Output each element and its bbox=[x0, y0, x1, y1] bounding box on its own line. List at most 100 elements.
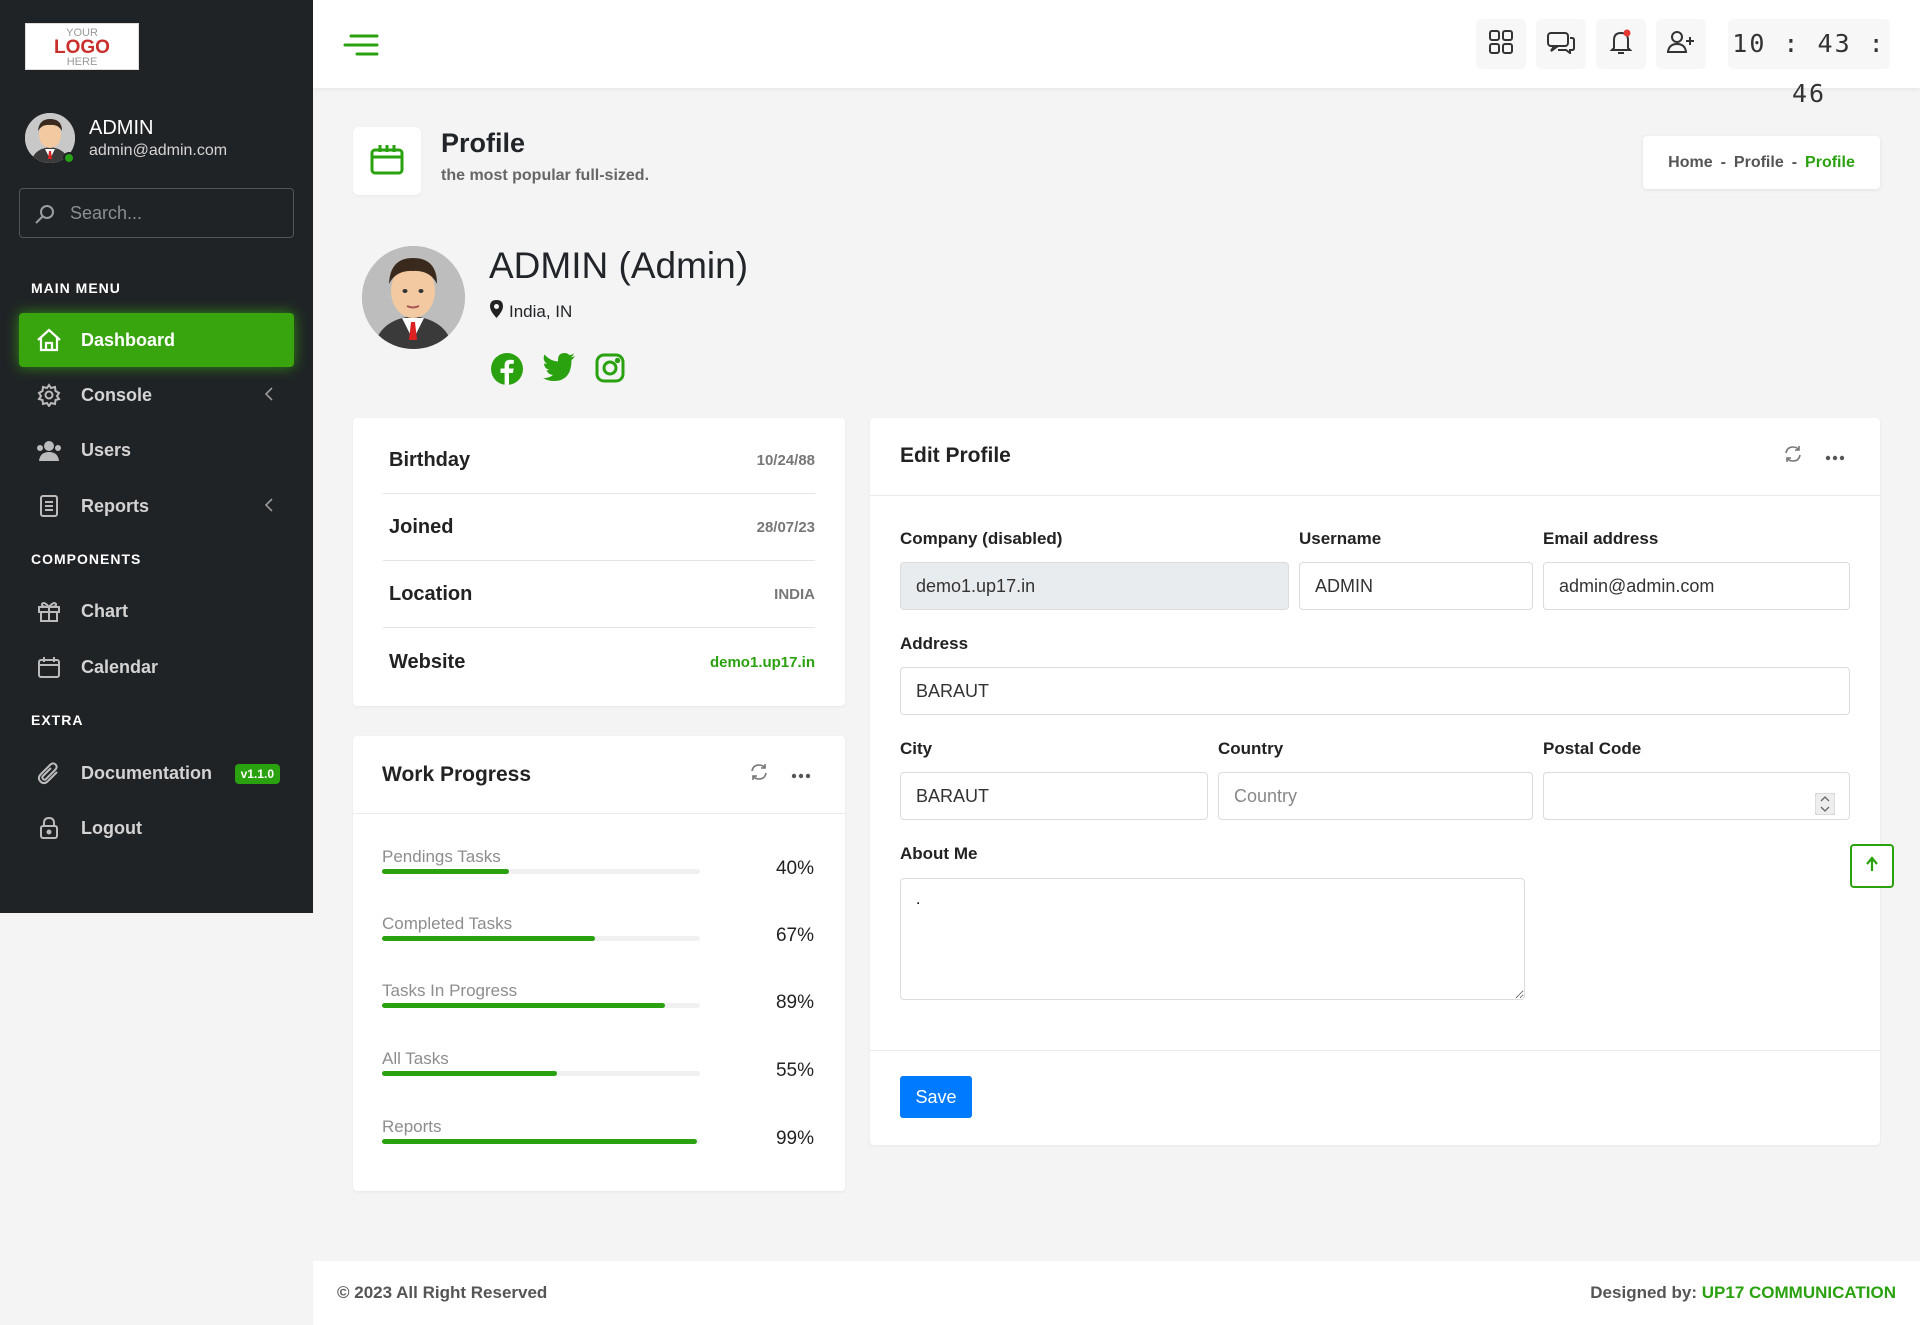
chevron-left-icon bbox=[264, 386, 274, 407]
progress-value: 55% bbox=[775, 1060, 814, 1081]
email-label: Email address bbox=[1543, 529, 1659, 548]
scroll-top-button[interactable] bbox=[1850, 844, 1894, 888]
progress-row: All Tasks 55% bbox=[382, 1049, 814, 1104]
country-label: Country bbox=[1218, 739, 1284, 758]
progress-label: Tasks In Progress bbox=[382, 981, 518, 1000]
sidebar-item-logout[interactable]: Logout bbox=[19, 801, 294, 855]
sidebar-item-console[interactable]: Console bbox=[19, 368, 294, 422]
company-label: Company (disabled) bbox=[900, 529, 1063, 548]
sidebar-search bbox=[19, 188, 294, 238]
notifications-button[interactable] bbox=[1596, 19, 1646, 69]
map-pin-icon bbox=[490, 300, 503, 323]
grid-icon bbox=[1488, 29, 1514, 60]
progress-label: All Tasks bbox=[382, 1049, 449, 1068]
save-button[interactable]: Save bbox=[900, 1076, 972, 1118]
sidebar-item-label: Chart bbox=[81, 600, 129, 621]
section-label-extra: EXTRA bbox=[31, 712, 84, 728]
calendar-icon bbox=[369, 142, 405, 181]
sidebar-item-documentation[interactable]: Documentation v1.1.0 bbox=[19, 746, 294, 800]
sidebar-item-users[interactable]: Users bbox=[19, 423, 294, 477]
sidebar-item-chart[interactable]: Chart bbox=[19, 584, 294, 638]
sidebar-item-label: Dashboard bbox=[81, 329, 176, 350]
progress-row: Tasks In Progress 89% bbox=[382, 981, 814, 1036]
info-label: Birthday bbox=[389, 449, 471, 471]
bell-icon bbox=[1608, 28, 1634, 61]
gear-icon bbox=[33, 383, 65, 407]
facebook-icon[interactable] bbox=[490, 352, 524, 391]
sidebar-item-reports[interactable]: Reports bbox=[19, 479, 294, 533]
progress-track bbox=[382, 936, 700, 941]
home-icon bbox=[33, 328, 65, 352]
sidebar-item-dashboard[interactable]: Dashboard bbox=[19, 313, 294, 367]
username-label: Username bbox=[1299, 529, 1382, 548]
sidebar-item-label: Calendar bbox=[81, 656, 159, 677]
search-input[interactable] bbox=[70, 199, 280, 227]
username-field[interactable] bbox=[1299, 562, 1533, 610]
progress-bar-fill bbox=[382, 1003, 666, 1008]
footer-brand-link[interactable]: UP17 COMMUNICATION bbox=[1702, 1283, 1896, 1302]
breadcrumb-home[interactable]: Home bbox=[1668, 154, 1712, 172]
website-link[interactable]: demo1.up17.in bbox=[710, 654, 815, 671]
messages-button[interactable] bbox=[1536, 19, 1586, 69]
user-email: admin@admin.com bbox=[89, 142, 228, 159]
page-icon bbox=[353, 127, 421, 195]
footer: © 2023 All Right Reserved Designed by: U… bbox=[313, 1261, 1920, 1325]
instagram-icon[interactable] bbox=[594, 352, 626, 391]
twitter-icon[interactable] bbox=[542, 352, 576, 391]
refresh-icon[interactable] bbox=[749, 762, 769, 787]
more-options-icon[interactable] bbox=[1825, 448, 1845, 466]
apps-grid-button[interactable] bbox=[1476, 19, 1526, 69]
refresh-icon[interactable] bbox=[1783, 444, 1803, 469]
card-tools bbox=[1783, 444, 1845, 469]
email-field[interactable] bbox=[1543, 562, 1850, 610]
progress-value: 40% bbox=[775, 858, 814, 879]
sidebar: YOUR LOGO HERE ADMIN admin@admin.com MAI… bbox=[0, 0, 313, 913]
company-field bbox=[900, 562, 1289, 610]
info-row-website: Website demo1.up17.in bbox=[383, 629, 815, 695]
card-divider bbox=[353, 813, 845, 814]
arrow-up-icon bbox=[1865, 855, 1879, 877]
progress-value: 99% bbox=[775, 1128, 814, 1149]
section-label-components: COMPONENTS bbox=[31, 551, 142, 567]
card-tools bbox=[749, 762, 811, 787]
section-label-main-menu: MAIN MENU bbox=[31, 280, 121, 296]
sidebar-item-label: Users bbox=[81, 439, 132, 460]
social-links bbox=[490, 352, 626, 391]
progress-row: Completed Tasks 67% bbox=[382, 914, 814, 969]
address-field[interactable] bbox=[900, 667, 1850, 715]
info-label: Website bbox=[389, 650, 466, 673]
calendar-icon bbox=[33, 655, 65, 679]
info-row-location: Location INDIA bbox=[383, 562, 815, 628]
user-name: ADMIN bbox=[89, 117, 154, 139]
breadcrumb-profile[interactable]: Profile bbox=[1734, 154, 1784, 172]
progress-label: Pendings Tasks bbox=[382, 847, 501, 866]
breadcrumb-current: Profile bbox=[1805, 153, 1855, 171]
page-title: Profile bbox=[441, 128, 526, 158]
about-me-label: About Me bbox=[900, 844, 978, 863]
progress-bar-fill bbox=[382, 869, 510, 874]
sidebar-item-label: Reports bbox=[81, 495, 150, 516]
number-spinner-icon[interactable] bbox=[1814, 786, 1836, 832]
gift-icon bbox=[33, 599, 65, 623]
footer-copyright: © 2023 All Right Reserved bbox=[337, 1283, 548, 1302]
progress-bar-fill bbox=[382, 1071, 557, 1076]
postal-code-label: Postal Code bbox=[1543, 739, 1642, 758]
about-me-textarea[interactable] bbox=[900, 878, 1525, 1000]
city-field[interactable] bbox=[900, 772, 1208, 820]
digital-clock: 10 : 43 : 46 bbox=[1728, 19, 1890, 108]
breadcrumb-separator: - bbox=[1791, 153, 1798, 171]
add-user-button[interactable] bbox=[1656, 19, 1706, 69]
info-value: 28/07/23 bbox=[756, 519, 815, 536]
logo[interactable]: YOUR LOGO HERE bbox=[25, 23, 139, 70]
menu-toggle-icon[interactable] bbox=[343, 33, 379, 62]
postal-code-field[interactable] bbox=[1543, 772, 1850, 820]
city-label: City bbox=[900, 739, 933, 758]
profile-location: India, IN bbox=[490, 300, 572, 323]
country-field[interactable] bbox=[1218, 772, 1533, 820]
progress-row: Reports 99% bbox=[382, 1117, 814, 1172]
more-options-icon[interactable] bbox=[791, 766, 811, 784]
paperclip-icon bbox=[33, 761, 65, 785]
page-subtitle: the most popular full-sized. bbox=[441, 167, 650, 184]
breadcrumb: Home - Profile - Profile bbox=[1643, 136, 1880, 189]
sidebar-item-calendar[interactable]: Calendar bbox=[19, 640, 294, 694]
